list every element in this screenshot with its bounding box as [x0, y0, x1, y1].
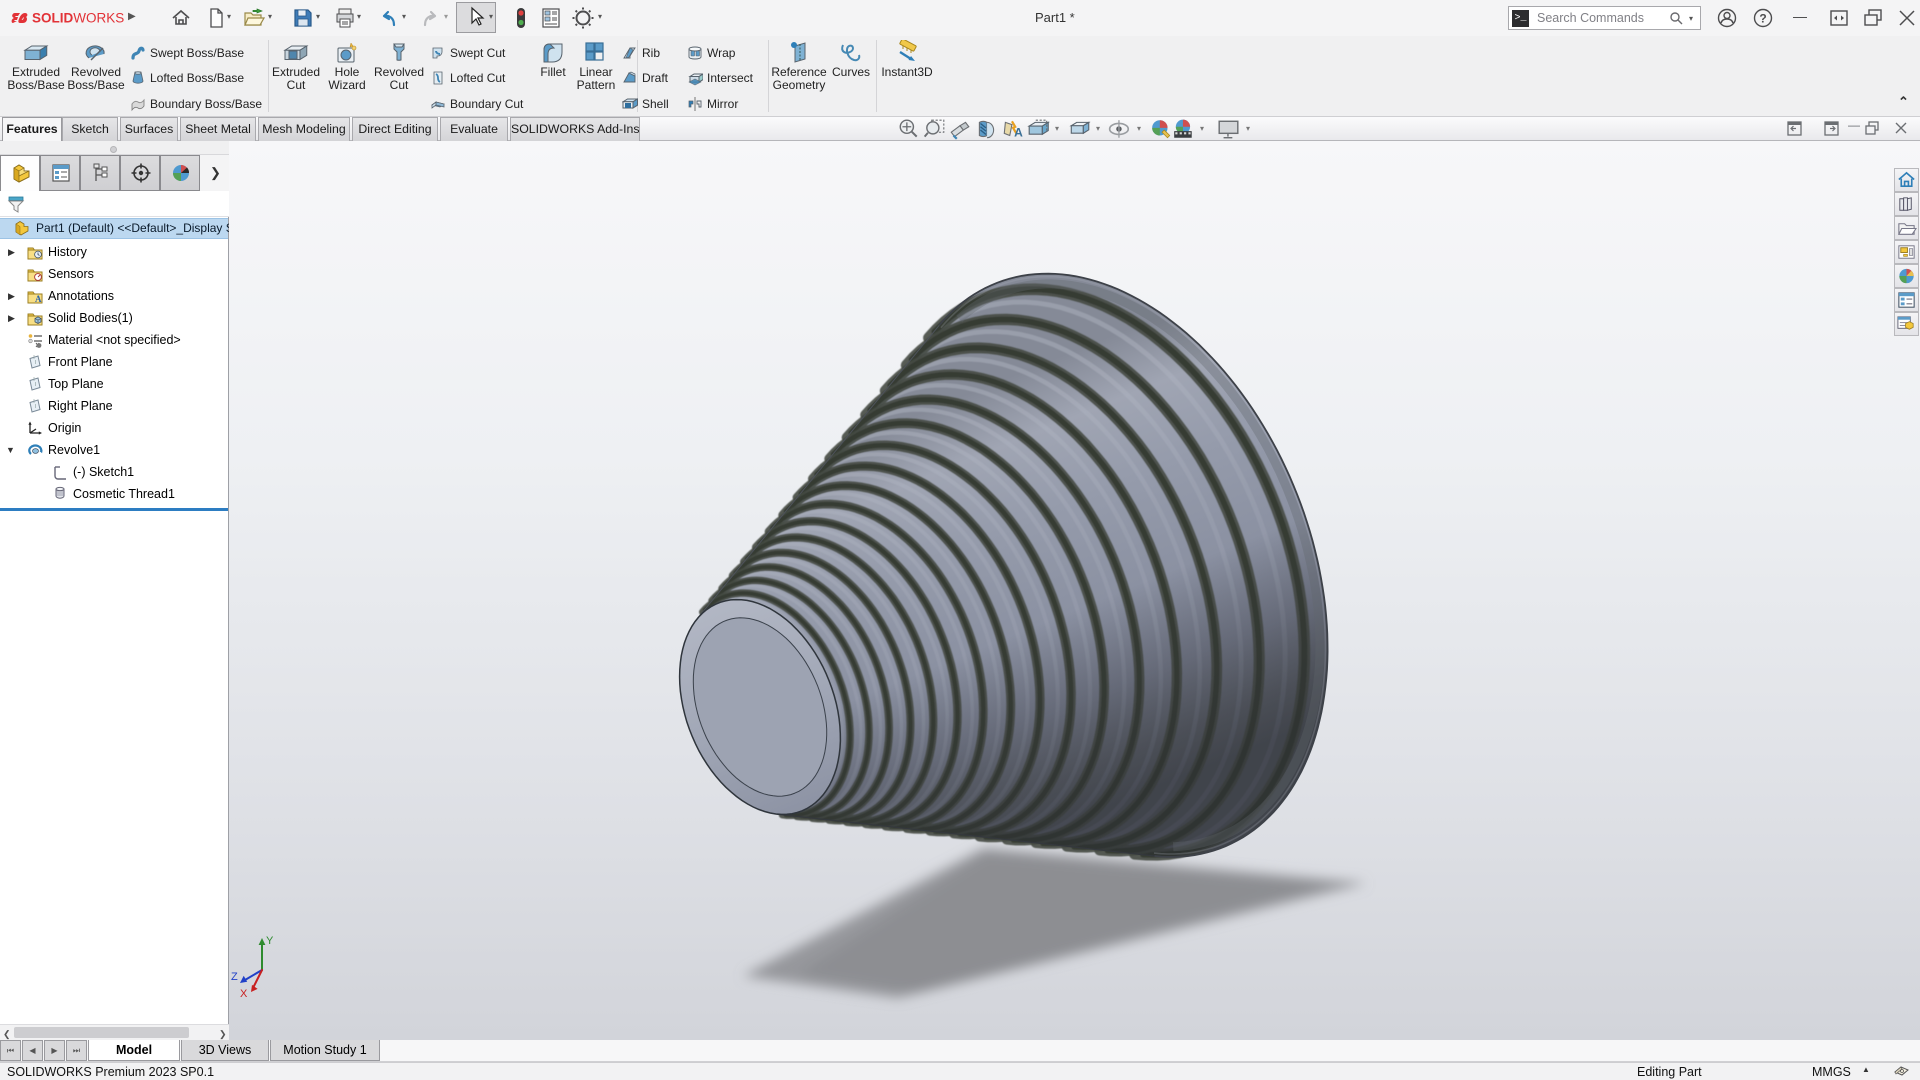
svg-text:A: A — [1014, 126, 1023, 140]
svg-text:SOLIDWORKS: SOLIDWORKS — [32, 11, 124, 26]
svg-text:Y: Y — [266, 935, 274, 947]
svg-text:A: A — [35, 294, 42, 304]
svg-text:?: ? — [1759, 12, 1766, 26]
svg-text:Z: Z — [231, 971, 238, 983]
svg-text:X: X — [240, 988, 248, 1000]
